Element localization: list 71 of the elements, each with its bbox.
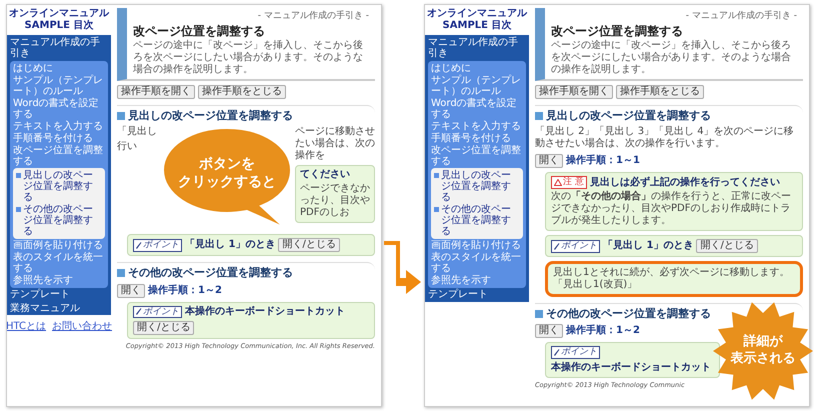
box-title: てください: [300, 169, 351, 182]
toggle-button[interactable]: 開く/とじる: [133, 321, 194, 336]
section-heading: 見出しの改ページ位置を調整する: [535, 105, 803, 122]
page-title: 改ページ位置を調整する: [133, 24, 266, 38]
sidebar-heading[interactable]: マニュアル作成の手引き: [425, 35, 529, 61]
steps-count: 操作手順：1～2: [566, 325, 640, 338]
intro-text: 「見出し: [117, 126, 158, 138]
intro-text: 行い: [117, 141, 138, 154]
sidebar-item[interactable]: 業務マニュアル: [7, 302, 111, 315]
footer-link[interactable]: HTCとは: [7, 319, 46, 333]
callout-text: ボタンを: [199, 155, 255, 174]
submenu-item[interactable]: 見出しの改ページ位置を調整する: [441, 170, 520, 203]
intro-text: ページに移動させたい場合は、次の操作を: [295, 126, 375, 162]
open-button[interactable]: 開く: [535, 154, 563, 168]
section-heading: 見出しの改ページ位置を調整する: [117, 105, 375, 122]
arrow: [384, 241, 421, 294]
breadcrumb: - マニュアル作成の手引き -: [686, 11, 797, 22]
box-title: 本操作のキーボードショートカット: [551, 362, 711, 374]
bullet-icon: [434, 173, 439, 178]
steps-count: 操作手順：1～2: [148, 284, 222, 297]
pencil-icon: [554, 242, 560, 250]
bullet-icon: [16, 173, 21, 178]
pencil-icon: [136, 308, 142, 316]
steps-button[interactable]: 操作手順をとじる: [198, 85, 286, 100]
open-button[interactable]: 開く: [117, 284, 145, 298]
box-text: ページできなかったり、目次やPDFのしお: [300, 183, 370, 220]
point-badge: ポイント: [133, 306, 182, 318]
sidebar-title: オンラインマニュアル SAMPLE 目次: [7, 5, 111, 35]
box-title: 「見出し 1」のとき: [603, 240, 694, 252]
footer-link[interactable]: お問い合わせ: [52, 319, 112, 333]
toggle-button[interactable]: 開く/とじる: [696, 239, 758, 254]
page-description: ページの途中に「改ページ」を挿入し、そこから後ろを次ページにしたい場合があります。そのような場合の操作を説明します。: [133, 40, 364, 76]
page-description: ページの途中に「改ページ」を挿入し、そこから後ろを次ページにしたい場合があります。そのような場合の操作を説明します。: [551, 40, 792, 76]
page-title: 改ページ位置を調整する: [551, 24, 684, 38]
point-badge: ポイント: [551, 346, 600, 360]
warning-icon: [554, 179, 562, 186]
sidebar-item[interactable]: テンプレート: [425, 288, 529, 302]
bullet-icon: [16, 207, 21, 212]
pencil-icon: [554, 349, 560, 356]
box-title: 「見出し 1」のとき: [185, 239, 276, 252]
breadcrumb: - マニュアル作成の手引き -: [258, 11, 369, 22]
box-title: 本操作のキーボードショートカット: [185, 306, 345, 318]
steps-button[interactable]: 操作手順を開く: [535, 85, 613, 100]
open-button[interactable]: 開く: [535, 324, 563, 338]
submenu-item[interactable]: その他の改ページ位置を調整する: [23, 204, 102, 237]
pencil-icon: [136, 242, 142, 249]
sidebar-heading[interactable]: マニュアル作成の手引き: [7, 35, 111, 61]
callout-text: 詳細が: [744, 334, 782, 351]
sidebar-title: オンラインマニュアル SAMPLE 目次: [425, 5, 529, 35]
callout-text: 表示される: [730, 351, 796, 368]
box-title: 見出しは必ず上記の操作を行ってください: [590, 176, 780, 189]
section-heading: その他の改ページ位置を調整する: [117, 262, 375, 280]
caution-badge: 注 意: [551, 176, 587, 190]
intro-text: 「見出し 2」「見出し 3」「見出し 4」を次のページに移動させたい場合は、次の操作を行います。: [535, 126, 795, 150]
square-icon: [117, 268, 125, 277]
point-badge: ポイント: [551, 240, 600, 253]
box-text: 次の「その他の場合」の操作を行うと、正常に改ページできなかったり、目次やPDFのしおり作成時にトラブルが発生したりします。: [551, 191, 792, 228]
steps-button[interactable]: 操作手順を開く: [117, 85, 195, 100]
square-icon: [117, 112, 125, 120]
steps-button[interactable]: 操作手順をとじる: [616, 85, 704, 100]
steps-count: 操作手順：1～1: [566, 155, 640, 168]
sidebar-item[interactable]: テンプレート: [7, 288, 111, 302]
square-icon: [535, 112, 543, 120]
square-icon: [535, 310, 543, 318]
bullet-icon: [434, 207, 439, 212]
detail-text: 見出し1とそれに続が、必ず次ページに移動します。「見出し1(改頁)」: [545, 261, 803, 298]
toggle-button[interactable]: 開く/とじる: [278, 238, 340, 252]
submenu-item[interactable]: 見出しの改ページ位置を調整する: [23, 170, 102, 203]
point-badge: ポイント: [133, 238, 182, 252]
submenu-item[interactable]: その他の改ページ位置を調整する: [441, 204, 520, 237]
callout-text: クリックすると: [178, 173, 276, 192]
